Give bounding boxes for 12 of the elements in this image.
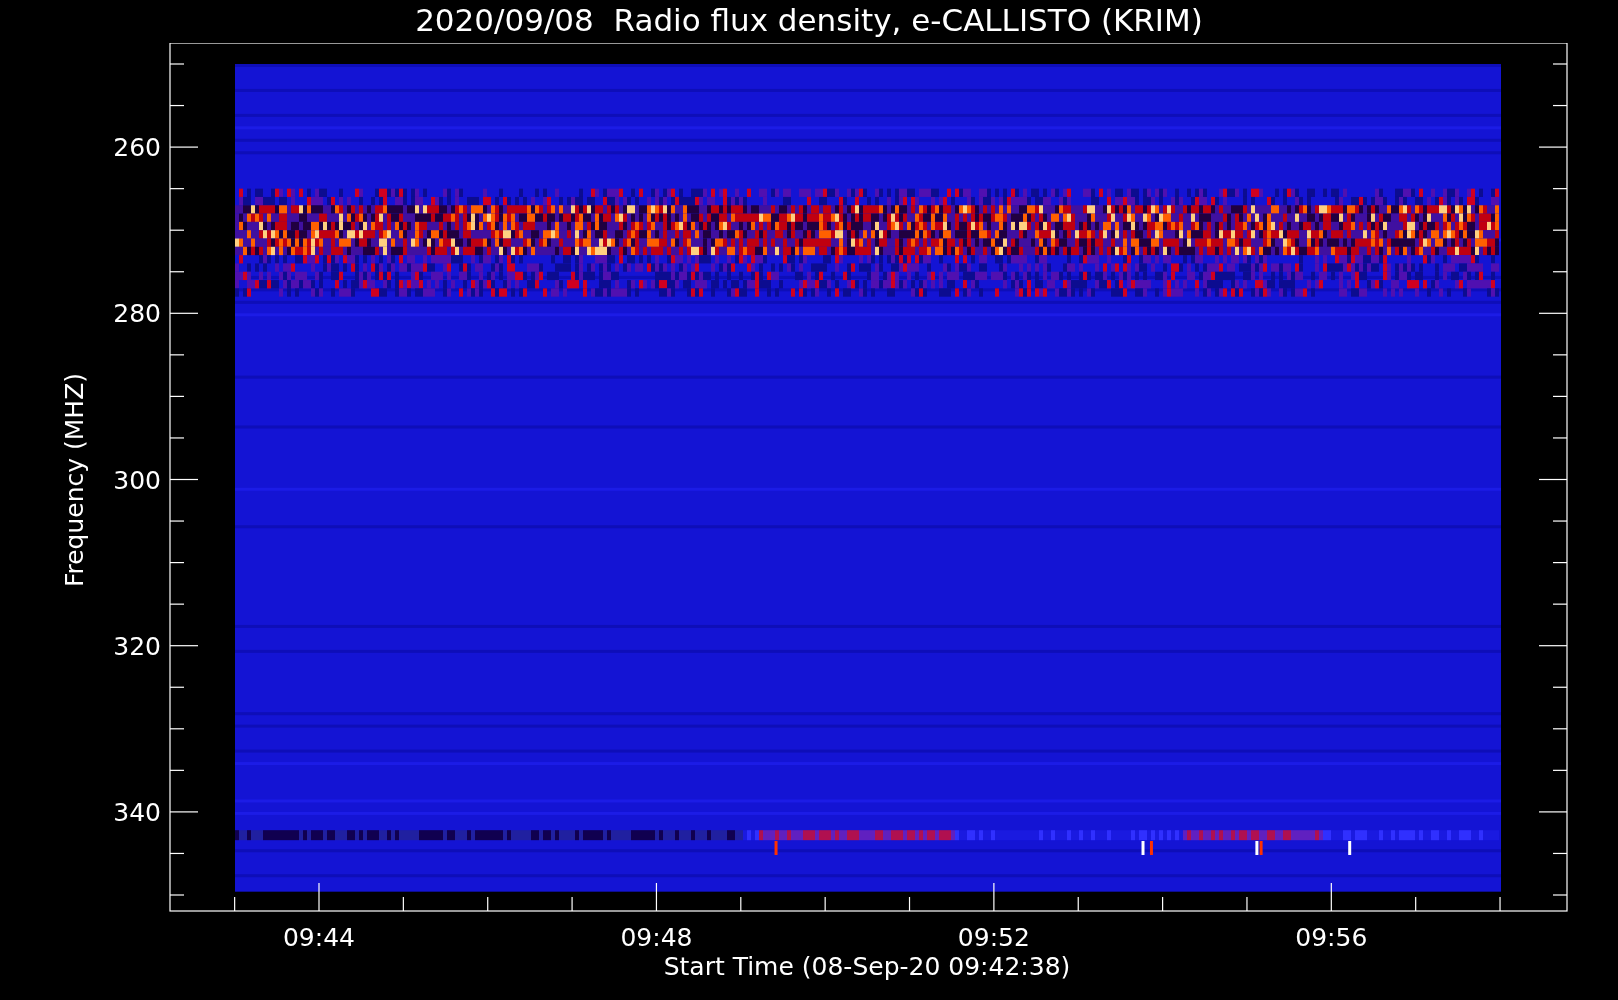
tick-label: 09:56	[1295, 923, 1368, 952]
tick-label: 260	[113, 133, 161, 163]
axis-label: Start Time (08-Sep-20 09:42:38)	[663, 952, 1071, 981]
axis-label: Frequency (MHZ)	[60, 372, 89, 588]
tick-label: 280	[113, 299, 161, 329]
tick-label: 340	[113, 797, 161, 827]
tick-label: 320	[113, 631, 161, 661]
tick-label: 09:52	[957, 923, 1030, 952]
tick-label: 09:44	[283, 923, 355, 952]
tick-label: 300	[113, 465, 161, 495]
tick-label: 09:48	[620, 923, 693, 952]
plot-title: 2020/09/08 Radio flux density, e-CALLISTO (KRIM)	[415, 1, 1203, 40]
